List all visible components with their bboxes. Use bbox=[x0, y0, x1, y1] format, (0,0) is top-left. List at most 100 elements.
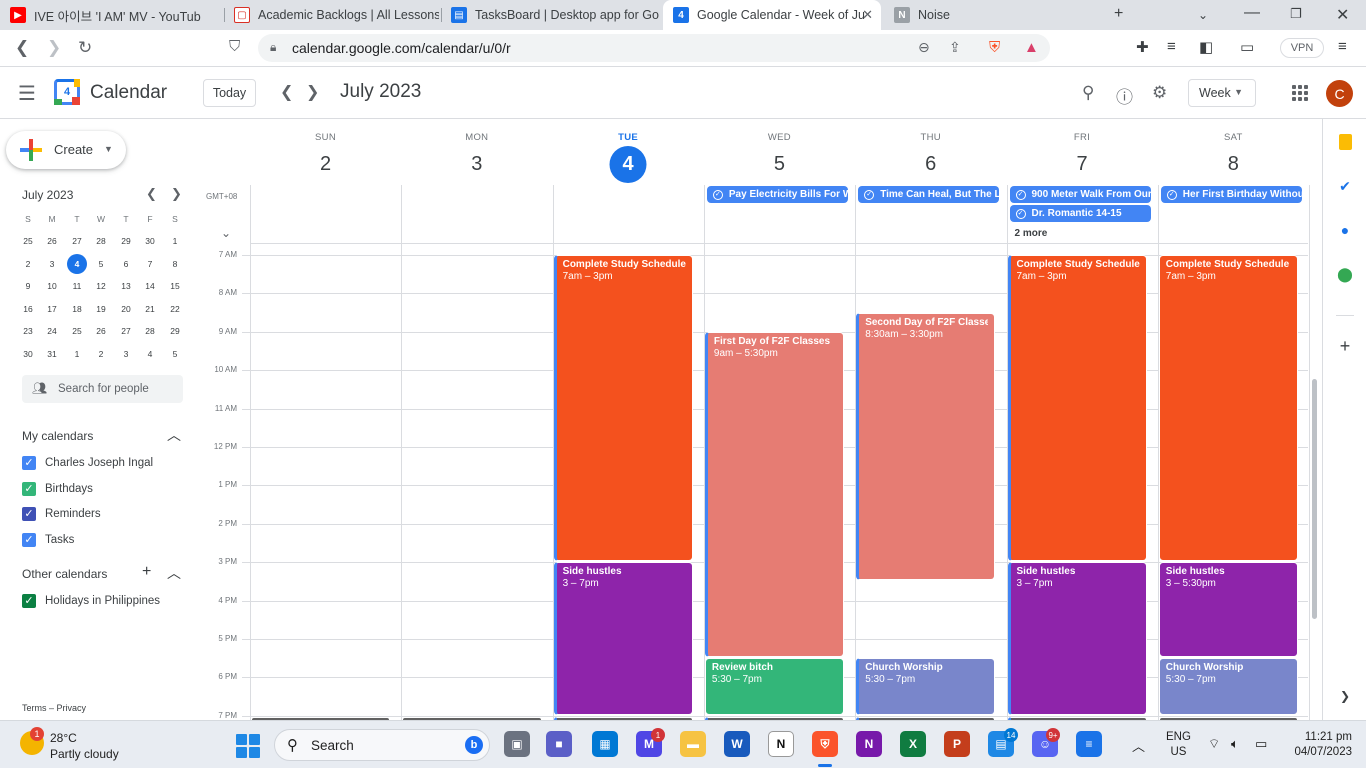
other-calendars-title[interactable]: Other calendars bbox=[22, 567, 107, 581]
mini-day[interactable]: 3 bbox=[116, 344, 136, 364]
language-indicator[interactable]: ENG US bbox=[1166, 730, 1191, 760]
system-clock[interactable]: 11:21 pm 04/07/2023 bbox=[1288, 730, 1352, 760]
help-icon[interactable]: ⓘ bbox=[1116, 83, 1133, 108]
day-of-month-number[interactable]: 8 bbox=[1215, 146, 1252, 183]
mini-day[interactable]: 28 bbox=[91, 231, 111, 251]
vpn-button[interactable]: VPN bbox=[1280, 38, 1324, 58]
mini-day[interactable]: 14 bbox=[140, 276, 160, 296]
brave-shield-icon[interactable]: ⛨ bbox=[989, 39, 1000, 56]
mini-day[interactable]: 26 bbox=[91, 321, 111, 341]
battery-icon[interactable]: ▭ bbox=[1255, 736, 1267, 752]
day-of-month-number[interactable]: 7 bbox=[1064, 146, 1101, 183]
scrollbar[interactable] bbox=[1310, 119, 1320, 720]
brave-rewards-icon[interactable]: ▲ bbox=[1024, 39, 1039, 56]
calendar-event[interactable]: Complete Study Schedule 7am – 3pm bbox=[553, 255, 693, 562]
checkbox-checked-icon[interactable]: ✓ bbox=[22, 533, 36, 548]
mini-day[interactable]: 18 bbox=[67, 299, 87, 319]
search-people-input[interactable]: 👥︎ Search for people bbox=[22, 375, 183, 403]
mini-day[interactable]: 25 bbox=[18, 231, 38, 251]
show-side-panel-icon[interactable]: ❯ bbox=[1336, 687, 1354, 705]
search-icon[interactable]: ⚲ bbox=[1082, 83, 1094, 103]
mini-day[interactable]: 7 bbox=[140, 254, 160, 274]
mini-day[interactable]: 8 bbox=[165, 254, 185, 274]
word-icon[interactable]: W bbox=[724, 731, 750, 757]
previous-week-icon[interactable]: ❮ bbox=[280, 82, 293, 102]
day-column-header[interactable]: SAT 8 bbox=[1158, 119, 1309, 185]
forward-icon[interactable]: ❯ bbox=[47, 38, 61, 58]
url-text[interactable]: calendar.google.com/calendar/u/0/r bbox=[292, 40, 511, 56]
zoom-icon[interactable]: ⊖ bbox=[918, 39, 930, 56]
mini-next-month-icon[interactable]: ❯ bbox=[171, 186, 182, 202]
calendar-event[interactable]: Complete Study Schedule 7am – 3pm bbox=[1158, 255, 1299, 562]
calendar-list-item[interactable]: ✓ Holidays in Philippines bbox=[22, 591, 160, 611]
minimize-icon[interactable]: — bbox=[1244, 4, 1260, 22]
mini-day[interactable]: 2 bbox=[18, 254, 38, 274]
volume-icon[interactable]: 🔈︎ bbox=[1231, 736, 1239, 752]
calendar-event[interactable]: Side hustles 3 – 7pm bbox=[553, 562, 693, 715]
calendar-event[interactable]: Second Day of F2F Classes 8:30am – 3:30pm bbox=[856, 312, 996, 581]
mini-day[interactable]: 2 bbox=[91, 344, 111, 364]
keep-icon[interactable] bbox=[1336, 133, 1354, 151]
allday-task-chip[interactable]: ✓ 900 Meter Walk From Our bbox=[1009, 186, 1151, 203]
mini-day[interactable]: 27 bbox=[116, 321, 136, 341]
bookmark-icon[interactable]: ⛉ bbox=[229, 38, 240, 55]
checkbox-checked-icon[interactable]: ✓ bbox=[22, 507, 36, 522]
account-avatar[interactable]: C bbox=[1326, 80, 1353, 107]
mini-day[interactable]: 30 bbox=[18, 344, 38, 364]
docs-app-icon[interactable]: ≡ bbox=[1076, 731, 1102, 757]
powerpoint-icon[interactable]: P bbox=[944, 731, 970, 757]
calendar-event[interactable]: First Day of F2F Classes 9am – 5:30pm bbox=[704, 331, 845, 658]
store-icon[interactable]: ▦ bbox=[592, 731, 618, 757]
mini-day[interactable]: 4 bbox=[67, 253, 87, 274]
add-calendar-icon[interactable]: + bbox=[142, 563, 151, 581]
checkbox-checked-icon[interactable]: ✓ bbox=[22, 456, 36, 470]
view-select[interactable]: Week ▼ bbox=[1188, 79, 1256, 107]
create-button[interactable]: Create ▼ bbox=[6, 131, 126, 169]
taskbar-search[interactable]: ⚲ Search b bbox=[274, 729, 490, 761]
day-column-header[interactable]: TUE 4 bbox=[553, 119, 704, 185]
chevron-up-icon[interactable]: ︿ bbox=[167, 563, 181, 583]
day-column-header[interactable]: WED 5 bbox=[704, 119, 855, 185]
mini-day[interactable]: 24 bbox=[42, 321, 62, 341]
close-tab-icon[interactable]: ✕ bbox=[862, 7, 873, 23]
calendar-list-item[interactable]: ✓ Birthdays bbox=[22, 479, 93, 499]
show-hidden-icons-icon[interactable]: ︿ bbox=[1132, 736, 1145, 755]
omnibox[interactable]: 🔒︎ calendar.google.com/calendar/u/0/r ⊖ … bbox=[258, 34, 1050, 62]
allday-task-chip[interactable]: ✓ Dr. Romantic 14-15 bbox=[1009, 205, 1151, 222]
maps-icon[interactable]: ⬤ bbox=[1336, 265, 1354, 283]
calendar-event[interactable]: Complete Study Schedule 7am – 3pm bbox=[1007, 255, 1147, 562]
my-calendars-title[interactable]: My calendars bbox=[22, 429, 93, 443]
mini-day[interactable]: 19 bbox=[91, 299, 111, 319]
mini-prev-month-icon[interactable]: ❮ bbox=[146, 186, 157, 202]
mini-day[interactable]: 27 bbox=[67, 231, 87, 251]
share-icon[interactable]: ⇪ bbox=[949, 39, 961, 56]
onenote-icon[interactable]: N bbox=[856, 731, 882, 757]
calendar-list-item[interactable]: ✓ Tasks bbox=[22, 530, 74, 550]
media-icon[interactable]: ≡ bbox=[1167, 38, 1176, 55]
reload-icon[interactable]: ↻ bbox=[78, 38, 92, 58]
today-button[interactable]: Today bbox=[203, 79, 256, 107]
tasks-icon[interactable]: ✔ bbox=[1336, 177, 1354, 195]
menu-icon[interactable]: ≡ bbox=[1338, 38, 1347, 55]
mini-day[interactable]: 6 bbox=[116, 254, 136, 274]
calendar-list-item[interactable]: ✓ Reminders bbox=[22, 504, 101, 524]
expand-allday-icon[interactable]: ⌄ bbox=[221, 226, 231, 240]
day-of-month-number[interactable]: 6 bbox=[912, 146, 949, 183]
mini-day[interactable]: 9 bbox=[18, 276, 38, 296]
contacts-icon[interactable]: ● bbox=[1336, 221, 1354, 239]
mini-day[interactable]: 23 bbox=[18, 321, 38, 341]
restore-icon[interactable]: ❐ bbox=[1290, 6, 1302, 22]
browser-tab[interactable]: 4 Google Calendar - Week of Ju ✕ bbox=[663, 0, 881, 30]
mini-day[interactable]: 11 bbox=[67, 276, 87, 296]
calendar-event[interactable]: Church Worship 5:30 – 7pm bbox=[1158, 658, 1299, 715]
excel-icon[interactable]: X bbox=[900, 731, 926, 757]
calendar-list-item[interactable]: ✓ Charles Joseph Ingal bbox=[22, 453, 153, 473]
checkbox-checked-icon[interactable]: ✓ bbox=[22, 481, 36, 496]
allday-task-chip[interactable]: ✓ Her First Birthday Without bbox=[1160, 186, 1303, 203]
mini-day[interactable]: 16 bbox=[18, 299, 38, 319]
start-button[interactable] bbox=[236, 734, 260, 758]
calendar-event[interactable]: Side hustles 3 – 7pm bbox=[1007, 562, 1147, 715]
mini-day[interactable]: 1 bbox=[67, 344, 87, 364]
mini-day[interactable]: 30 bbox=[140, 231, 160, 251]
chevron-up-icon[interactable]: ︿ bbox=[167, 425, 181, 445]
